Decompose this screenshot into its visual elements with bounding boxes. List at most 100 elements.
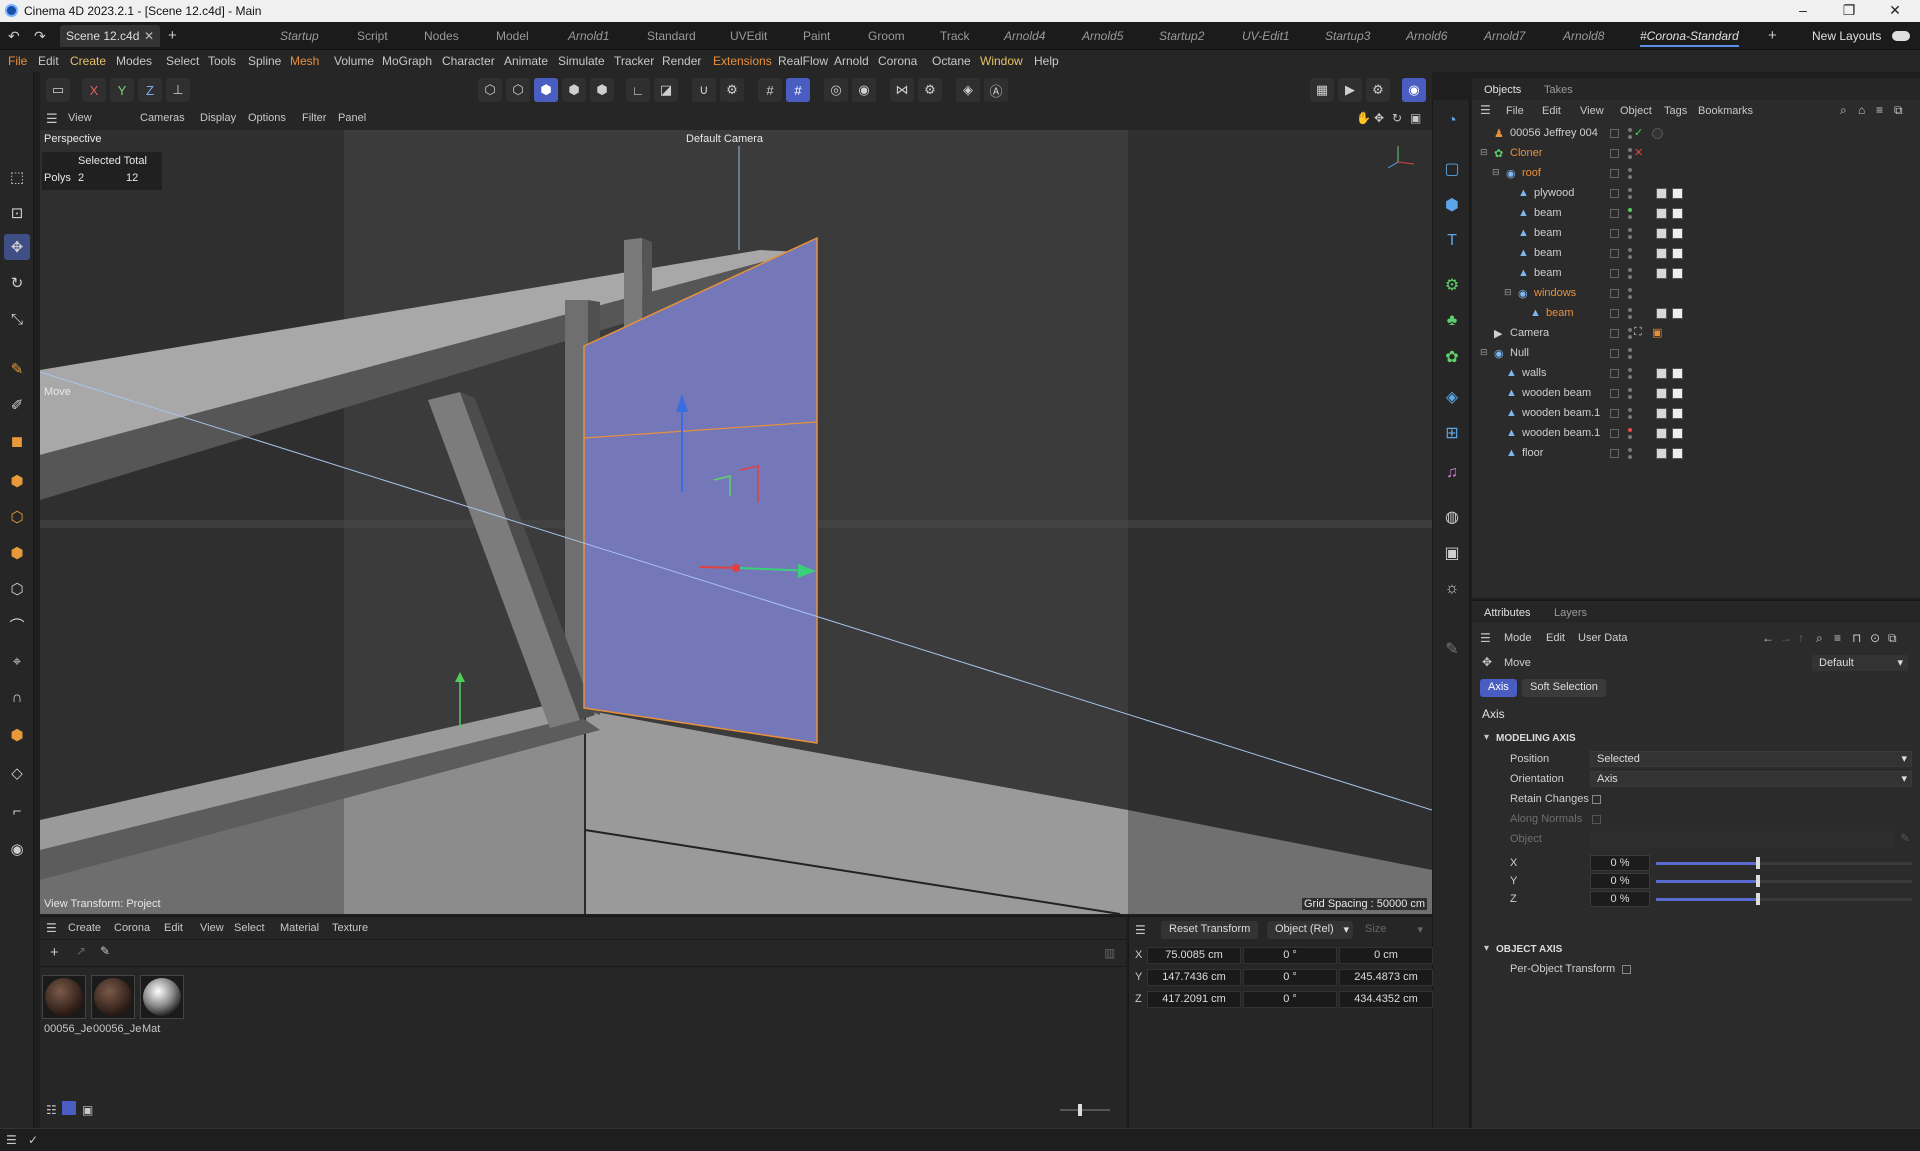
layer-checkbox[interactable] bbox=[1610, 289, 1619, 298]
forward-arrow-icon[interactable]: → bbox=[1780, 631, 1792, 645]
mograph-icon[interactable]: ♣ bbox=[1439, 308, 1465, 334]
object-name[interactable]: wooden beam.1 bbox=[1522, 427, 1600, 439]
editor-visibility-dot[interactable] bbox=[1628, 248, 1632, 252]
viewport-menu-display[interactable]: Display bbox=[200, 112, 236, 124]
material-menu-texture[interactable]: Texture bbox=[332, 922, 368, 934]
layout-tab-6[interactable]: UVEdit bbox=[730, 29, 767, 43]
layer-checkbox[interactable] bbox=[1610, 249, 1619, 258]
cloner-icon[interactable]: ✿ bbox=[1439, 344, 1465, 370]
phong-tag-icon[interactable] bbox=[1656, 388, 1667, 399]
solo-icon[interactable]: ◪ bbox=[654, 78, 678, 102]
texture-tag-icon[interactable] bbox=[1672, 448, 1683, 459]
new-tab-icon[interactable]: + bbox=[168, 27, 177, 44]
enabled-check-icon[interactable]: ✓ bbox=[1634, 126, 1643, 139]
material-menu-material[interactable]: Material bbox=[280, 922, 319, 934]
rotation-y-field[interactable]: 0 ° bbox=[1243, 969, 1337, 986]
object-name[interactable]: floor bbox=[1522, 447, 1543, 459]
menu-mesh[interactable]: Mesh bbox=[290, 54, 319, 68]
layer-checkbox[interactable] bbox=[1610, 429, 1619, 438]
disabled-x-icon[interactable]: ✕ bbox=[1634, 146, 1643, 159]
expand-toggle-icon[interactable]: ⊟ bbox=[1492, 167, 1500, 178]
editor-visibility-dot[interactable] bbox=[1628, 408, 1632, 412]
auto-key-icon[interactable]: Ⓐ bbox=[984, 78, 1008, 102]
attr-menu-edit[interactable]: Edit bbox=[1546, 632, 1565, 644]
grid-icon[interactable]: # bbox=[758, 78, 782, 102]
objects-menu-tags[interactable]: Tags bbox=[1664, 105, 1687, 117]
orientation-dropdown[interactable]: Axis ▾ bbox=[1590, 771, 1912, 787]
object-row[interactable]: ⊟ ✿ Cloner ✕ bbox=[1472, 144, 1920, 164]
object-name[interactable]: Cloner bbox=[1510, 147, 1542, 159]
brush-icon[interactable]: ✎ bbox=[4, 356, 30, 382]
object-name[interactable]: 00056 Jeffrey 004 bbox=[1510, 127, 1598, 139]
editor-visibility-dot[interactable] bbox=[1628, 448, 1632, 452]
new-layouts-label[interactable]: New Layouts bbox=[1812, 29, 1881, 43]
axis-slider-knob[interactable] bbox=[1756, 857, 1760, 869]
menu-animate[interactable]: Animate bbox=[504, 54, 548, 68]
expand-toggle-icon[interactable]: ⊟ bbox=[1480, 147, 1488, 158]
object-name[interactable]: windows bbox=[1534, 287, 1576, 299]
object-row[interactable]: ▲ beam bbox=[1472, 224, 1920, 244]
phong-tag-icon[interactable] bbox=[1656, 228, 1667, 239]
texture-tag-icon[interactable] bbox=[1672, 308, 1683, 319]
camera-label-box[interactable]: Default Camera bbox=[682, 130, 768, 146]
thumbnail-size-knob[interactable] bbox=[1078, 1104, 1082, 1116]
layer-checkbox[interactable] bbox=[1610, 189, 1619, 198]
menu-octane[interactable]: Octane bbox=[932, 54, 971, 68]
layout-tab-17[interactable]: Arnold8 bbox=[1563, 29, 1604, 43]
expand-toggle-icon[interactable]: ⊟ bbox=[1480, 347, 1488, 358]
layer-checkbox[interactable] bbox=[1610, 269, 1619, 278]
render-visibility-dot[interactable] bbox=[1628, 215, 1632, 219]
mirror-settings-icon[interactable]: ⚙ bbox=[918, 78, 942, 102]
editor-visibility-dot[interactable] bbox=[1628, 368, 1632, 372]
position-dropdown[interactable]: Selected ▾ bbox=[1590, 751, 1912, 767]
layout-tab-1[interactable]: Script bbox=[357, 29, 388, 43]
layer-checkbox[interactable] bbox=[1610, 129, 1619, 138]
viewport-menu-panel[interactable]: Panel bbox=[338, 112, 366, 124]
along-normals-checkbox[interactable] bbox=[1592, 815, 1601, 824]
retain-changes-checkbox[interactable] bbox=[1592, 795, 1601, 804]
attr-settings-icon[interactable]: ⊙ bbox=[1870, 631, 1880, 645]
axis-mode-icon[interactable]: ∟ bbox=[626, 78, 650, 102]
menu-tools[interactable]: Tools bbox=[208, 54, 236, 68]
coord-mode-dropdown[interactable]: Object (Rel) ▾ bbox=[1267, 921, 1353, 939]
layer-checkbox[interactable] bbox=[1610, 449, 1619, 458]
layer-checkbox[interactable] bbox=[1610, 209, 1619, 218]
uv-mode-icon[interactable]: ⬡ bbox=[4, 576, 30, 602]
editor-visibility-dot[interactable] bbox=[1628, 288, 1632, 292]
material-menu-corona[interactable]: Corona bbox=[114, 922, 150, 934]
editor-visibility-dot[interactable] bbox=[1628, 308, 1632, 312]
add-layout-icon[interactable]: + bbox=[1768, 27, 1777, 44]
render-visibility-dot[interactable] bbox=[1628, 155, 1632, 159]
layout-tab-5[interactable]: Standard bbox=[647, 29, 696, 43]
size-z-field[interactable]: 434.4352 cm bbox=[1339, 991, 1433, 1008]
minimize-button[interactable]: – bbox=[1788, 2, 1818, 18]
sculpt-icon[interactable]: ◇ bbox=[4, 760, 30, 786]
phong-tag-icon[interactable] bbox=[1656, 248, 1667, 259]
target-tag-icon[interactable]: ⛶ bbox=[1634, 326, 1642, 339]
object-row[interactable]: ▲ beam bbox=[1472, 264, 1920, 284]
render-visibility-dot[interactable] bbox=[1628, 455, 1632, 459]
layer-checkbox[interactable] bbox=[1610, 309, 1619, 318]
position-y-field[interactable]: 147.7436 cm bbox=[1147, 969, 1241, 986]
axis-slider-knob[interactable] bbox=[1756, 875, 1760, 887]
phong-tag-icon[interactable] bbox=[1656, 308, 1667, 319]
render-visibility-dot[interactable] bbox=[1628, 135, 1632, 139]
size-y-field[interactable]: 245.4873 cm bbox=[1339, 969, 1433, 986]
object-row[interactable]: ▲ floor bbox=[1472, 444, 1920, 464]
tab-takes[interactable]: Takes bbox=[1544, 84, 1573, 96]
menu-tracker[interactable]: Tracker bbox=[614, 54, 654, 68]
axis-x-field[interactable]: 0 % bbox=[1590, 855, 1650, 871]
layout-tab-4[interactable]: Arnold1 bbox=[568, 29, 609, 43]
attr-menu-mode[interactable]: Mode bbox=[1504, 632, 1532, 644]
texture-tag-icon[interactable] bbox=[1672, 388, 1683, 399]
expand-toggle-icon[interactable]: ⊟ bbox=[1504, 287, 1512, 298]
render-visibility-dot[interactable] bbox=[1628, 275, 1632, 279]
snap-icon[interactable]: ⌖ bbox=[4, 648, 30, 674]
document-tab[interactable]: Scene 12.c4d ✕ bbox=[60, 25, 160, 47]
render-visibility-dot[interactable] bbox=[1628, 375, 1632, 379]
menu-modes[interactable]: Modes bbox=[116, 54, 152, 68]
phong-tag-icon[interactable] bbox=[1656, 268, 1667, 279]
cube-primitive-icon[interactable]: ▢ bbox=[1439, 156, 1465, 182]
attr-filter-icon[interactable]: ≡ bbox=[1834, 631, 1841, 645]
viewport-hamburger-icon[interactable]: ☰ bbox=[46, 111, 58, 127]
